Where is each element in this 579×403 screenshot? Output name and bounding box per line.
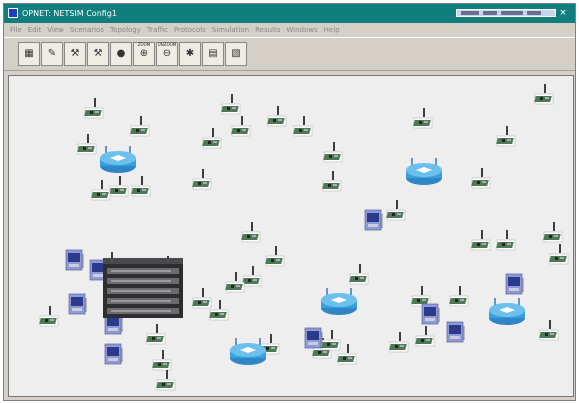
application-window: OPNET: NETSIM Config1 × File Edit View Scen…: [3, 3, 576, 401]
core-switch-icon[interactable]: [103, 258, 183, 318]
sensor-node-icon[interactable]: [108, 175, 129, 197]
zoom-out-button[interactable]: ⊖ UNZOOM: [156, 42, 178, 66]
network-config-button[interactable]: ⚒: [87, 42, 109, 66]
sensor-node-icon[interactable]: [538, 319, 559, 341]
menu-scenarios[interactable]: Scenarios: [70, 24, 104, 36]
failure-icon: ●: [116, 48, 126, 59]
sensor-node-icon[interactable]: [240, 221, 261, 243]
sensor-node-icon[interactable]: [220, 93, 241, 115]
close-button[interactable]: ×: [557, 4, 569, 23]
menu-help[interactable]: Help: [324, 24, 340, 36]
sensor-node-icon[interactable]: [224, 271, 245, 293]
sensor-node-icon[interactable]: [322, 141, 343, 163]
sensor-node-icon[interactable]: [495, 125, 516, 147]
menu-edit[interactable]: Edit: [28, 24, 42, 36]
workstation-icon[interactable]: [304, 327, 323, 349]
menu-windows[interactable]: Windows: [286, 24, 317, 36]
failure-button[interactable]: ●: [110, 42, 132, 66]
menu-protocols[interactable]: Protocols: [174, 24, 206, 36]
palette-icon: ▦: [24, 48, 34, 59]
results-icon: ▤: [208, 48, 218, 59]
run-simulation-button[interactable]: ✱: [179, 42, 201, 66]
sensor-node-icon[interactable]: [201, 127, 222, 149]
sensor-node-icon[interactable]: [548, 243, 569, 265]
workstation-icon[interactable]: [505, 273, 524, 295]
menu-results[interactable]: Results: [255, 24, 280, 36]
sensor-node-icon[interactable]: [130, 175, 151, 197]
sensor-node-icon[interactable]: [410, 285, 431, 307]
zoom-in-icon: ⊕: [139, 48, 149, 59]
router-icon[interactable]: [488, 297, 526, 326]
window-title: OPNET: NETSIM Config1: [22, 9, 117, 18]
workstation-icon[interactable]: [68, 293, 87, 315]
router-icon[interactable]: [405, 157, 443, 186]
sensor-node-icon[interactable]: [241, 265, 262, 287]
run-simulation-icon: ✱: [185, 48, 195, 59]
sensor-node-icon[interactable]: [230, 115, 251, 137]
view-results-button[interactable]: ▤: [202, 42, 224, 66]
node-config-button[interactable]: ⚒: [64, 42, 86, 66]
menu-file[interactable]: File: [10, 24, 22, 36]
sensor-node-icon[interactable]: [155, 369, 176, 391]
toolbar: ▦ ✎ ⚒ ⚒ ● ⊕ ZOOM ⊖ UNZOOM ✱ ▤ ▧: [4, 37, 575, 71]
sensor-node-icon[interactable]: [145, 323, 166, 345]
sensor-node-icon[interactable]: [151, 349, 172, 371]
sensor-node-icon[interactable]: [533, 83, 554, 105]
sensor-node-icon[interactable]: [129, 115, 150, 137]
sensor-node-icon[interactable]: [191, 287, 212, 309]
sensor-node-icon[interactable]: [448, 285, 469, 307]
titlebar-controls[interactable]: [456, 9, 556, 17]
workstation-icon[interactable]: [446, 321, 465, 343]
menu-simulation[interactable]: Simulation: [212, 24, 249, 36]
topology-view: [38, 83, 569, 391]
nodes-icon: ⚒: [70, 48, 80, 59]
menu-topology[interactable]: Topology: [110, 24, 141, 36]
sensor-node-icon[interactable]: [90, 179, 111, 201]
sensor-node-icon[interactable]: [191, 168, 212, 190]
network-canvas[interactable]: [8, 75, 574, 397]
open-palette-button[interactable]: ▦: [18, 42, 40, 66]
sensor-node-icon[interactable]: [412, 107, 433, 129]
configure-link-button[interactable]: ✎: [41, 42, 63, 66]
menu-traffic[interactable]: Traffic: [147, 24, 168, 36]
network-icon: ⚒: [93, 48, 103, 59]
workstation-icon[interactable]: [65, 249, 84, 271]
zoom-out-icon: ⊖: [162, 48, 172, 59]
workstation-icon[interactable]: [421, 303, 440, 325]
workstation-icon[interactable]: [364, 209, 383, 231]
sensor-node-icon[interactable]: [292, 115, 313, 137]
sensor-node-icon[interactable]: [414, 325, 435, 347]
menu-bar: File Edit View Scenarios Topology Traffic Prot…: [4, 24, 575, 36]
sensor-node-icon[interactable]: [385, 199, 406, 221]
sensor-node-icon[interactable]: [321, 170, 342, 192]
sensor-node-icon[interactable]: [208, 299, 229, 321]
app-icon: [8, 8, 18, 18]
title-bar[interactable]: OPNET: NETSIM Config1 ×: [4, 4, 575, 23]
sensor-node-icon[interactable]: [83, 97, 104, 119]
sensor-node-icon[interactable]: [470, 167, 491, 189]
router-icon[interactable]: [320, 287, 358, 316]
sensor-node-icon[interactable]: [542, 221, 563, 243]
link-tool-icon: ✎: [47, 48, 57, 59]
sensor-node-icon[interactable]: [348, 263, 369, 285]
sensor-node-icon[interactable]: [76, 133, 97, 155]
router-icon[interactable]: [99, 145, 137, 174]
zoom-in-label: ZOOM: [137, 42, 151, 47]
sensor-node-icon[interactable]: [266, 105, 287, 127]
menu-view[interactable]: View: [47, 24, 64, 36]
zoom-out-label: UNZOOM: [157, 42, 177, 47]
sensor-node-icon[interactable]: [320, 329, 341, 351]
router-icon[interactable]: [229, 337, 267, 366]
report-icon: ▧: [231, 48, 241, 59]
workstation-icon[interactable]: [104, 343, 123, 365]
sensor-node-icon[interactable]: [264, 245, 285, 267]
web-report-button[interactable]: ▧: [225, 42, 247, 66]
sensor-node-icon[interactable]: [38, 305, 59, 327]
zoom-in-button[interactable]: ⊕ ZOOM: [133, 42, 155, 66]
sensor-node-icon[interactable]: [495, 229, 516, 251]
sensor-node-icon[interactable]: [470, 229, 491, 251]
sensor-node-icon[interactable]: [388, 331, 409, 353]
